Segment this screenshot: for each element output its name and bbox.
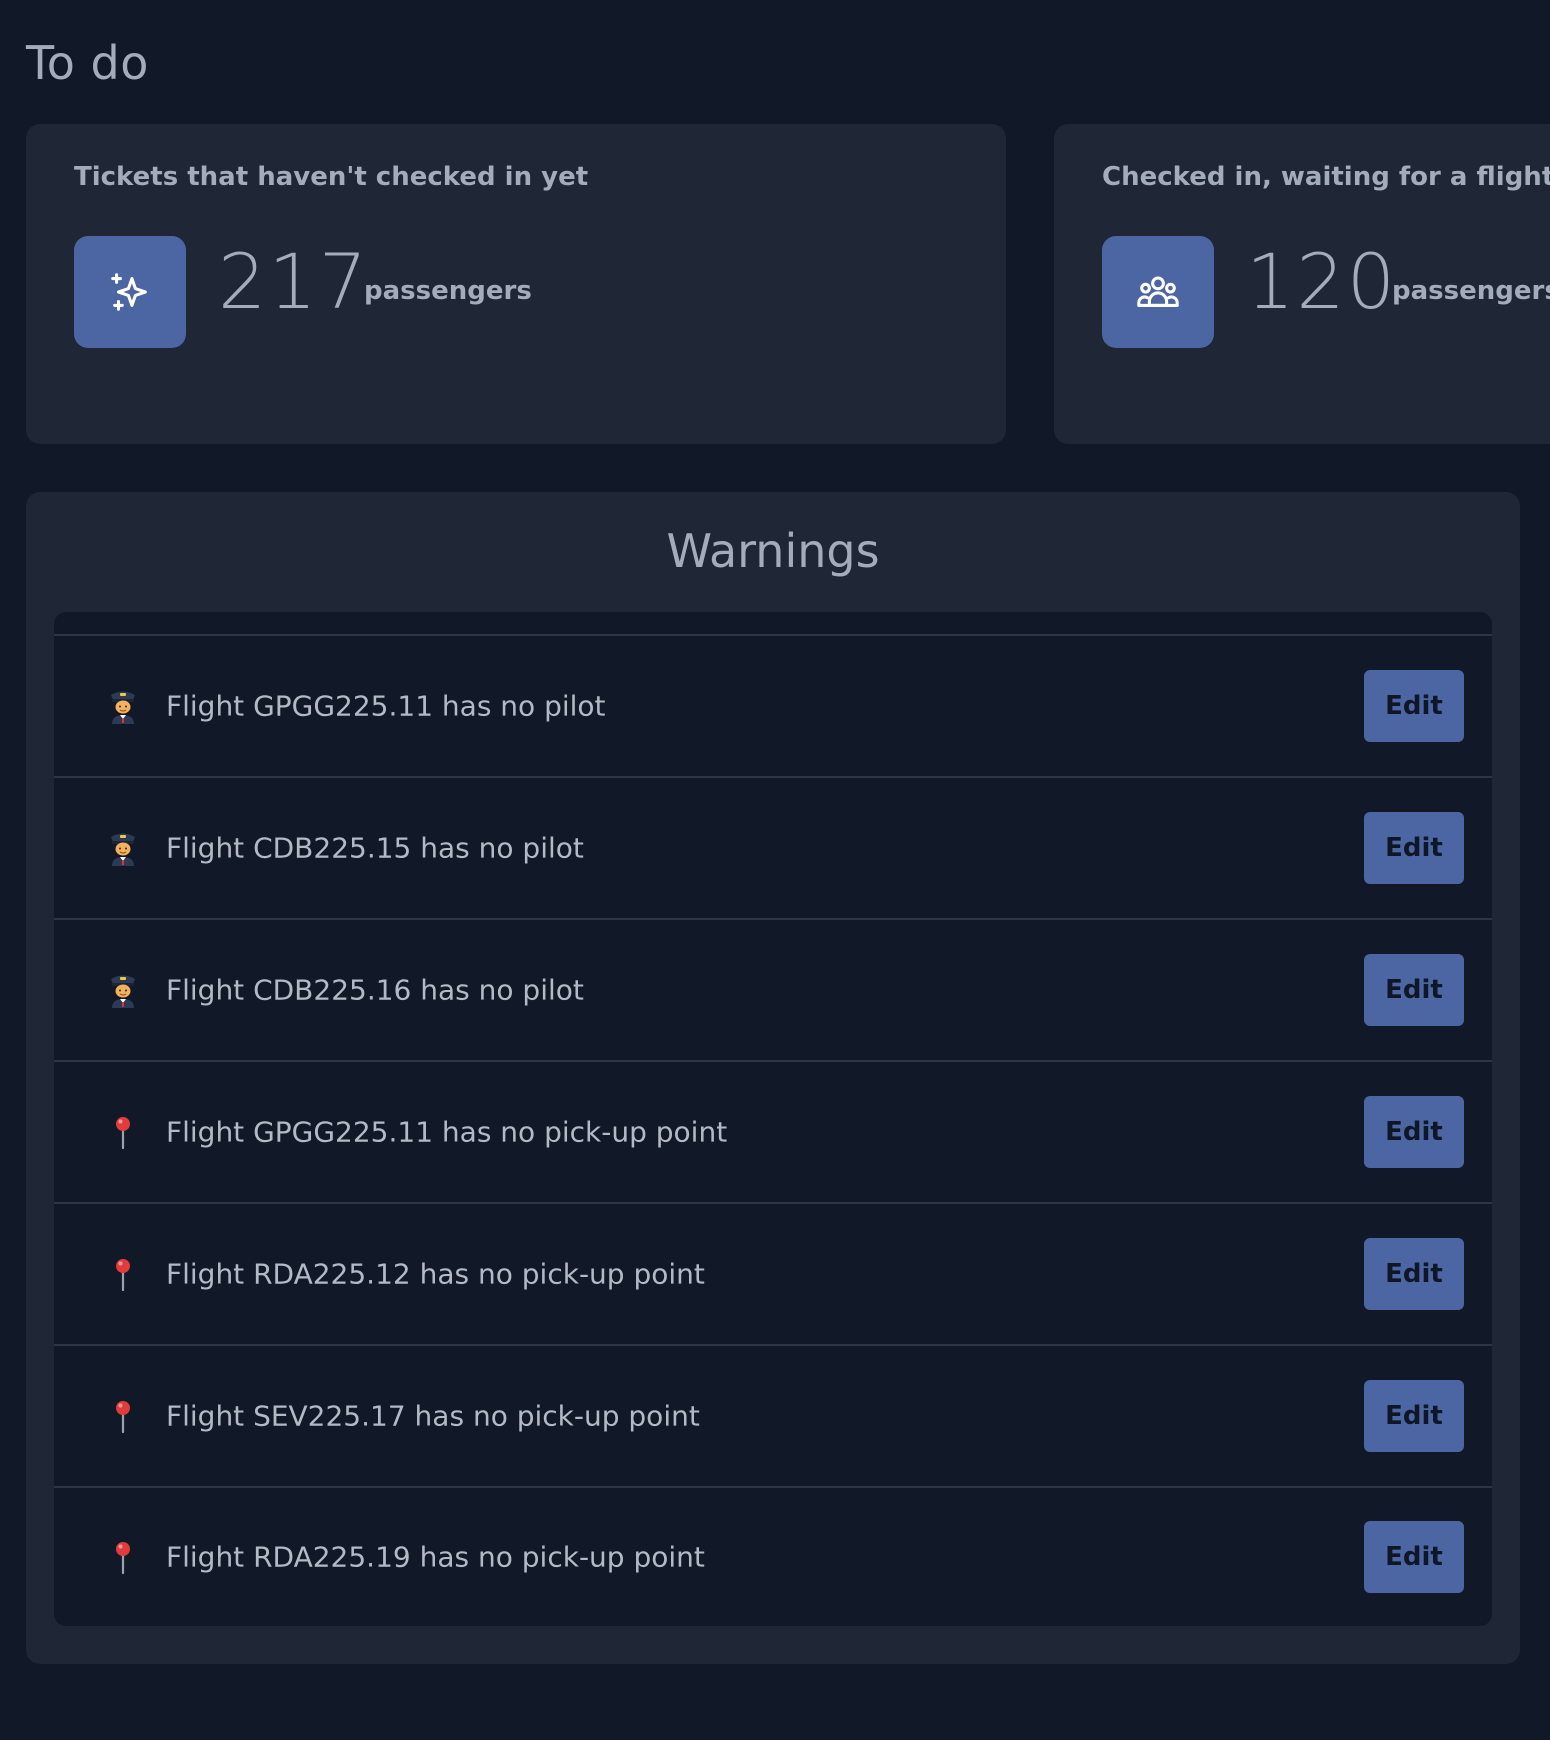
edit-button[interactable]: Edit [1364, 1096, 1464, 1168]
warnings-panel: Warnings Flight GPGG225.11 has no pilot E… [26, 492, 1520, 1664]
warnings-title: Warnings [666, 524, 880, 578]
warning-text: Flight GPGG225.11 has no pilot [166, 689, 606, 723]
warning-text: Flight GPGG225.11 has no pick-up point [166, 1115, 728, 1149]
card-title: Checked in, waiting for a flight proposa… [1102, 162, 1550, 192]
warning-text: Flight SEV225.17 has no pick-up point [166, 1399, 700, 1433]
pin-icon [106, 1539, 140, 1575]
pilot-icon [106, 830, 140, 866]
sparkles-icon [74, 236, 186, 348]
edit-button[interactable]: Edit [1364, 670, 1464, 742]
card-title: Tickets that haven't checked in yet [74, 162, 589, 192]
user-group-icon [1102, 236, 1214, 348]
warning-text: Flight CDB225.16 has no pilot [166, 973, 584, 1007]
page-title: To do [26, 36, 149, 90]
pin-icon [106, 1256, 140, 1292]
warning-text: Flight RDA225.12 has no pick-up point [166, 1257, 705, 1291]
warnings-list: Flight GPGG225.11 has no pilot Edit Fligh… [54, 612, 1492, 1626]
not-checked-in-card: Tickets that haven't checked in yet 217 … [26, 124, 1006, 444]
edit-button[interactable]: Edit [1364, 812, 1464, 884]
warning-row: Flight RDA225.12 has no pick-up point Edi… [54, 1202, 1492, 1344]
edit-button[interactable]: Edit [1364, 954, 1464, 1026]
pin-icon [106, 1114, 140, 1150]
warning-row: Flight GPGG225.11 has no pick-up point Ed… [54, 1060, 1492, 1202]
warning-text: Flight RDA225.19 has no pick-up point [166, 1540, 705, 1574]
warning-row: Flight RDA225.19 has no pick-up point Edi… [54, 1486, 1492, 1626]
pilot-icon [106, 688, 140, 724]
edit-button[interactable]: Edit [1364, 1238, 1464, 1310]
warning-row: Flight SEV225.17 has no pick-up point Edi… [54, 1344, 1492, 1486]
passenger-count: 120 [1246, 237, 1398, 326]
passenger-unit: passengers [1392, 276, 1550, 306]
dashboard-page: To do Tickets that haven't checked in ye… [0, 0, 1550, 1740]
edit-button[interactable]: Edit [1364, 1380, 1464, 1452]
warning-text: Flight CDB225.15 has no pilot [166, 831, 584, 865]
passenger-count: 217 [218, 237, 370, 326]
passenger-unit: passengers [364, 276, 532, 306]
warning-row: Flight GPGG225.11 has no pilot Edit [54, 634, 1492, 776]
warning-row: Flight CDB225.15 has no pilot Edit [54, 776, 1492, 918]
warning-row: Flight CDB225.16 has no pilot Edit [54, 918, 1492, 1060]
checked-in-waiting-card: Checked in, waiting for a flight proposa… [1054, 124, 1550, 444]
edit-button[interactable]: Edit [1364, 1521, 1464, 1593]
pilot-icon [106, 972, 140, 1008]
pin-icon [106, 1398, 140, 1434]
